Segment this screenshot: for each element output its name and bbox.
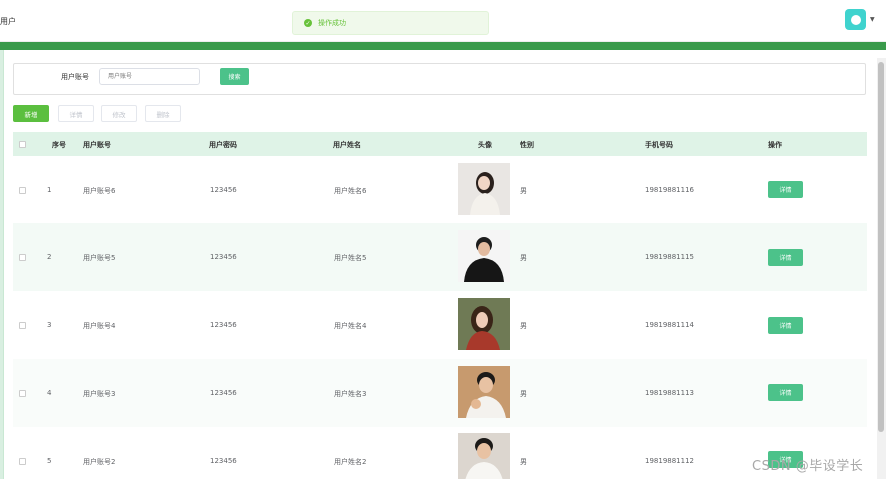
col-phone: 手机号码 [645, 141, 673, 149]
cell-gender: 男 [520, 458, 527, 466]
cell-password: 123456 [210, 457, 237, 465]
delete-button[interactable]: 删除 [145, 105, 181, 122]
cell-phone: 19819881113 [645, 389, 694, 397]
chevron-down-icon[interactable]: ▼ [870, 16, 875, 23]
cell-index: 2 [47, 253, 52, 261]
edit-button[interactable]: 修改 [101, 105, 137, 122]
col-action: 操作 [768, 141, 782, 149]
user-avatar[interactable] [845, 9, 866, 30]
avatar-image [458, 433, 510, 479]
divider [3, 50, 4, 479]
cell-name: 用户姓名4 [334, 322, 367, 330]
toast-message: 操作成功 [318, 19, 346, 27]
detail-button[interactable]: 详情 [58, 105, 94, 122]
breadcrumb[interactable]: 用户 [0, 16, 16, 27]
cell-account: 用户账号2 [83, 458, 116, 466]
cell-name: 用户姓名3 [334, 390, 367, 398]
col-password: 用户密码 [209, 141, 237, 149]
success-toast: ✓ 操作成功 [292, 11, 489, 35]
watermark: CSDN @毕设学长 [752, 459, 864, 474]
search-label: 用户账号 [61, 73, 89, 81]
cell-gender: 男 [520, 187, 527, 195]
col-index: 序号 [52, 141, 66, 149]
table-header: 序号 用户账号 用户密码 用户姓名 头像 性别 手机号码 操作 [13, 132, 867, 156]
cell-index: 3 [47, 321, 52, 329]
row-checkbox[interactable] [19, 322, 26, 329]
cell-account: 用户账号3 [83, 390, 116, 398]
nav-bar [0, 42, 886, 50]
user-table: 序号 用户账号 用户密码 用户姓名 头像 性别 手机号码 操作 1 用户账号6 … [13, 132, 867, 479]
row-checkbox[interactable] [19, 187, 26, 194]
col-name: 用户姓名 [333, 141, 361, 149]
cell-password: 123456 [210, 389, 237, 397]
row-detail-button[interactable]: 详情 [768, 249, 803, 266]
check-icon: ✓ [304, 19, 312, 27]
cell-gender: 男 [520, 322, 527, 330]
top-header: 用户 ✓ 操作成功 ▼ [0, 0, 886, 42]
row-checkbox[interactable] [19, 390, 26, 397]
table-row: 3 用户账号4 123456 用户姓名4 男 19819881114 详情 [13, 291, 867, 359]
row-detail-button[interactable]: 详情 [768, 317, 803, 334]
cell-password: 123456 [210, 321, 237, 329]
col-gender: 性别 [520, 141, 534, 149]
cell-name: 用户姓名6 [334, 187, 367, 195]
cell-name: 用户姓名5 [334, 254, 367, 262]
avatar-image [458, 230, 510, 282]
avatar-image [458, 298, 510, 350]
row-detail-button[interactable]: 详情 [768, 181, 803, 198]
col-avatar: 头像 [478, 141, 492, 149]
cell-gender: 男 [520, 254, 527, 262]
row-detail-button[interactable]: 详情 [768, 384, 803, 401]
cell-phone: 19819881116 [645, 186, 694, 194]
table-row: 2 用户账号5 123456 用户姓名5 男 19819881115 详情 [13, 223, 867, 291]
avatar-image [458, 163, 510, 215]
table-row: 1 用户账号6 123456 用户姓名6 男 19819881116 详情 [13, 156, 867, 223]
cell-index: 4 [47, 389, 52, 397]
search-input[interactable] [99, 68, 200, 85]
cell-account: 用户账号4 [83, 322, 116, 330]
add-button[interactable]: 新增 [13, 105, 49, 122]
scrollbar-thumb[interactable] [878, 62, 884, 432]
cell-gender: 男 [520, 390, 527, 398]
cell-password: 123456 [210, 253, 237, 261]
cell-phone: 19819881112 [645, 457, 694, 465]
cell-index: 1 [47, 186, 52, 194]
avatar-image [458, 366, 510, 418]
table-row: 4 用户账号3 123456 用户姓名3 男 19819881113 详情 [13, 359, 867, 427]
cell-phone: 19819881114 [645, 321, 694, 329]
cell-phone: 19819881115 [645, 253, 694, 261]
cell-account: 用户账号6 [83, 187, 116, 195]
table-row: 5 用户账号2 123456 用户姓名2 男 19819881112 详情 [13, 427, 867, 479]
cell-account: 用户账号5 [83, 254, 116, 262]
cell-password: 123456 [210, 186, 237, 194]
select-all-checkbox[interactable] [19, 141, 26, 148]
cell-index: 5 [47, 457, 52, 465]
row-checkbox[interactable] [19, 254, 26, 261]
cell-name: 用户姓名2 [334, 458, 367, 466]
row-checkbox[interactable] [19, 458, 26, 465]
col-account: 用户账号 [83, 141, 111, 149]
search-button[interactable]: 搜索 [220, 68, 249, 85]
